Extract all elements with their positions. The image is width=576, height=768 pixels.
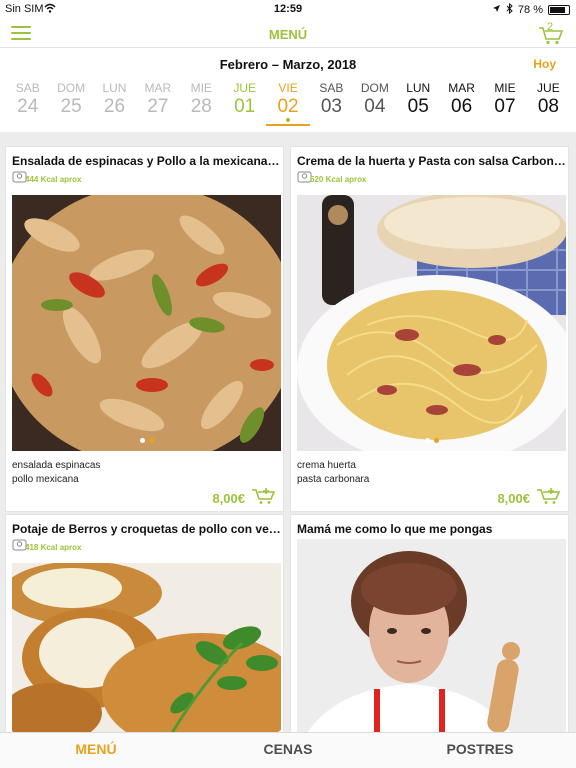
price-label: 8,00€ — [497, 491, 530, 506]
dish-line: pollo mexicana — [12, 474, 79, 485]
day-number: 03 — [320, 96, 342, 117]
day-item[interactable]: MAR 06 — [440, 81, 483, 127]
bluetooth-icon — [506, 2, 513, 17]
carousel-dots — [297, 430, 566, 448]
day-number: 28 — [190, 96, 212, 117]
day-weekday: MAR — [448, 81, 475, 95]
day-item[interactable]: MIE 28 — [180, 81, 223, 127]
day-strip: SAB 24 DOM 25 LUN 26 MAR 27 MIE 28 JUE 01 VIE 0… — [6, 81, 570, 127]
menu-card-title: Ensalada de espinacas y Pollo a la mexic… — [12, 154, 282, 168]
nav-bar: MENÚ 2 — [0, 18, 576, 48]
day-item[interactable]: JUE 08 — [527, 81, 570, 127]
day-weekday: LUN — [102, 81, 127, 95]
day-number: 02 — [277, 96, 299, 117]
menu-card-title: Potaje de Berros y croquetas de pollo co… — [12, 522, 282, 536]
menu-card[interactable]: Mamá me como lo que me pongas — [290, 514, 569, 734]
tab-cenas[interactable]: CENAS — [192, 733, 384, 768]
day-number: 05 — [407, 96, 429, 117]
grandmother-chef-image — [297, 539, 566, 733]
day-item[interactable]: LUN 26 — [93, 81, 136, 127]
day-number: 25 — [60, 96, 82, 117]
day-weekday: MIE — [494, 81, 516, 95]
day-weekday: MIE — [190, 81, 212, 95]
day-weekday: JUE — [537, 81, 560, 95]
month-label: Febrero – Marzo, 2018 — [219, 57, 357, 72]
day-number: 08 — [537, 96, 559, 117]
menu-card-title: Mamá me como lo que me pongas — [297, 522, 493, 536]
dish-line: pasta carbonara — [297, 474, 370, 485]
dish-photo[interactable] — [297, 539, 566, 733]
selected-dot — [286, 118, 291, 122]
pasta-carbonara-image — [297, 195, 566, 451]
page-title: MENÚ — [268, 27, 308, 42]
kcal-label: 418 Kcal aprox — [25, 543, 82, 552]
day-item[interactable]: DOM 25 — [49, 81, 92, 127]
dish-photo[interactable] — [12, 195, 281, 451]
day-item[interactable]: DOM 04 — [353, 81, 396, 127]
today-button[interactable]: Hoy — [533, 57, 556, 71]
menu-card[interactable]: Crema de la huerta y Pasta con salsa Car… — [290, 146, 569, 512]
day-number: 06 — [451, 96, 473, 117]
day-item[interactable]: SAB 03 — [310, 81, 353, 127]
day-item[interactable]: LUN 05 — [397, 81, 440, 127]
day-number: 04 — [364, 96, 386, 117]
menu-card[interactable]: Potaje de Berros y croquetas de pollo co… — [5, 514, 284, 734]
carousel-dots — [12, 430, 281, 448]
tab-postres[interactable]: POSTRES — [384, 733, 576, 768]
day-weekday: SAB — [15, 81, 40, 95]
kcal-label: 444 Kcal aprox — [25, 175, 82, 184]
menu-card[interactable]: Ensalada de espinacas y Pollo a la mexic… — [5, 146, 284, 512]
day-weekday: DOM — [360, 81, 389, 95]
location-icon — [492, 4, 501, 16]
day-item-selected[interactable]: VIE 02 — [266, 81, 310, 127]
date-picker: Febrero – Marzo, 2018 Hoy SAB 24 DOM 25 LU… — [0, 48, 576, 132]
day-item[interactable]: JUE 01 — [223, 81, 266, 127]
tab-bar: MENÚ CENAS POSTRES — [0, 732, 576, 768]
day-weekday: JUE — [233, 81, 256, 95]
dish-description: crema huerta pasta carbonara — [297, 459, 369, 487]
day-weekday: VIE — [278, 81, 298, 95]
battery-percent: 78 % — [517, 4, 543, 16]
tab-menu[interactable]: MENÚ — [0, 733, 192, 768]
day-number: 27 — [147, 96, 169, 117]
selected-underline — [266, 124, 310, 126]
day-number: 26 — [103, 96, 126, 117]
day-number: 01 — [234, 96, 256, 117]
day-weekday: DOM — [57, 81, 86, 95]
clock: 12:59 — [273, 3, 303, 15]
status-bar: Sin SIM 12:59 78 % — [0, 0, 576, 18]
price-label: 8,00€ — [212, 491, 245, 506]
add-to-cart-icon[interactable] — [251, 487, 277, 505]
day-weekday: LUN — [406, 81, 431, 95]
cart-button[interactable]: 2 — [538, 21, 564, 45]
cart-count: 2 — [547, 21, 554, 33]
day-item[interactable]: MIE 07 — [483, 81, 526, 127]
chicken-fajitas-image — [12, 195, 281, 451]
day-item[interactable]: MAR 27 — [136, 81, 179, 127]
day-number: 24 — [17, 96, 39, 117]
day-weekday: MAR — [144, 81, 172, 95]
dish-photo[interactable] — [297, 195, 566, 451]
dish-line: crema huerta — [297, 460, 356, 471]
menu-card-title: Crema de la huerta y Pasta con salsa Car… — [297, 154, 567, 168]
dish-description: ensalada espinacas pollo mexicana — [12, 459, 100, 487]
dish-line: ensalada espinacas — [12, 460, 101, 471]
day-number: 07 — [494, 96, 516, 117]
day-weekday: SAB — [319, 81, 344, 95]
kcal-label: 520 Kcal aprox — [310, 175, 367, 184]
battery-icon — [548, 5, 570, 15]
dish-photo[interactable] — [12, 563, 281, 733]
day-item[interactable]: SAB 24 — [6, 81, 49, 127]
croquettes-image — [12, 563, 281, 733]
add-to-cart-icon[interactable] — [536, 487, 562, 505]
